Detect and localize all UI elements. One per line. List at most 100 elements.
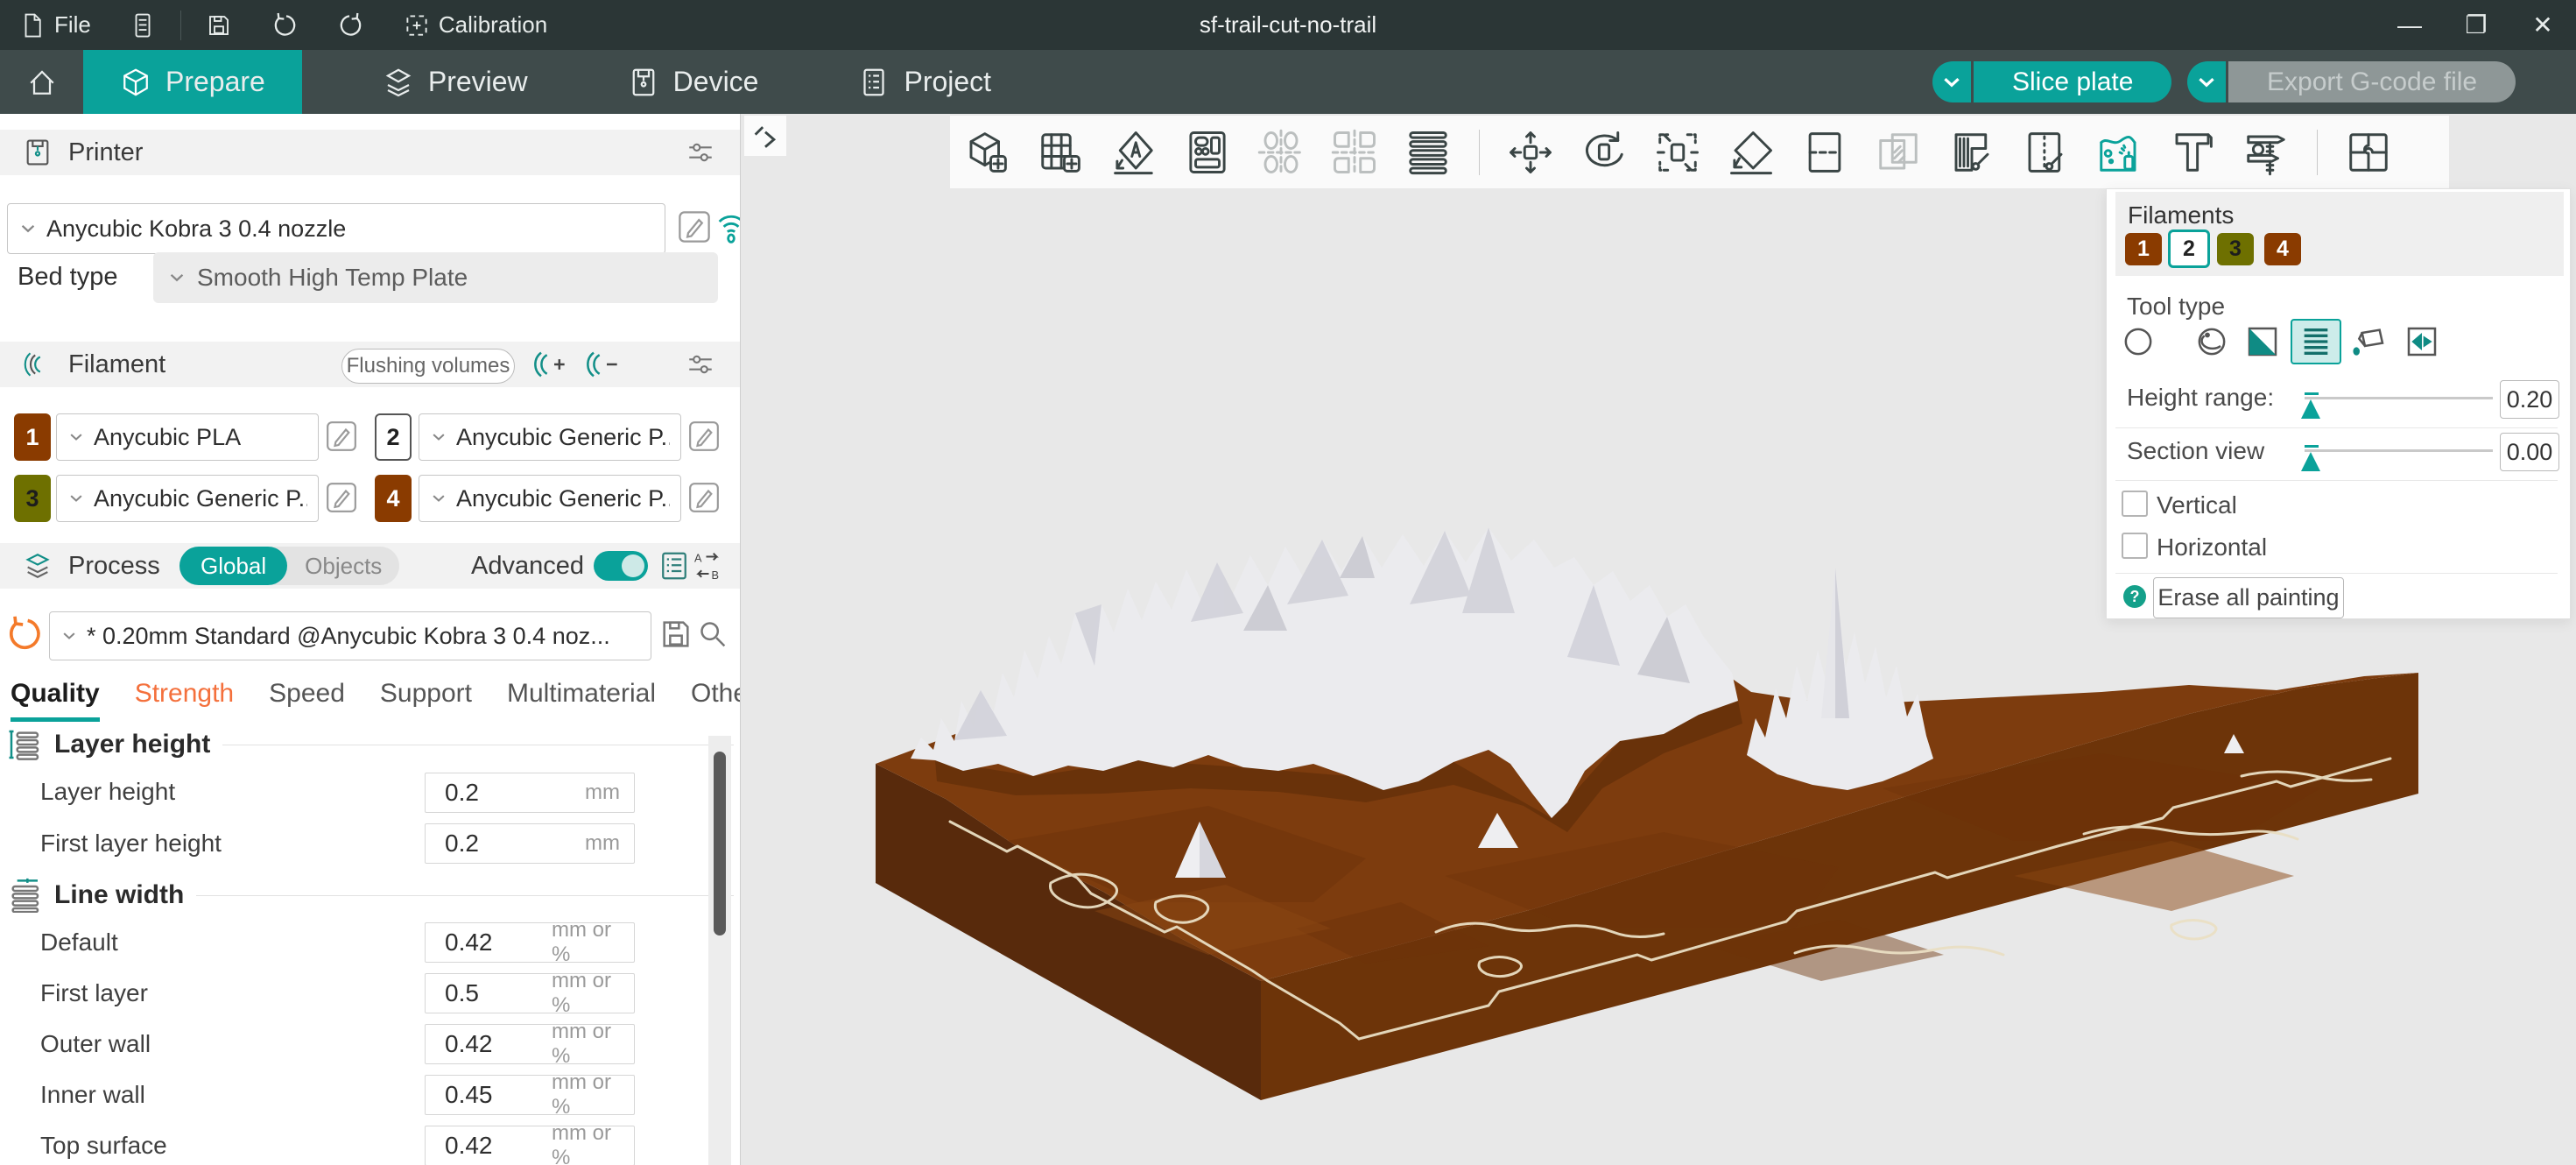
height-range-slider[interactable] [2305,397,2493,399]
value-input[interactable] [426,1029,552,1059]
collapse-sidebar-button[interactable] [744,116,786,156]
tool-sphere-brush[interactable] [2192,322,2231,361]
height-range-slider-thumb[interactable] [2301,399,2320,419]
tool-bucket-fill[interactable] [2350,322,2389,361]
paint-filament-3[interactable]: 3 [2217,233,2254,265]
add-plate-button[interactable] [1024,129,1097,176]
value-input[interactable] [426,978,552,1008]
edit-filament-2-button[interactable] [686,419,721,454]
split-to-objects-button[interactable] [1244,129,1318,176]
section-view-slider-thumb[interactable] [2301,452,2320,471]
parameter-list-icon[interactable] [658,550,690,582]
edit-printer-button[interactable] [676,208,713,245]
split-to-parts-button[interactable] [1318,129,1391,176]
tool-gap-fill[interactable] [2403,322,2441,361]
vertical-checkbox[interactable] [2122,491,2148,517]
slice-plate-dropdown[interactable] [1932,61,1971,102]
save-profile-button[interactable] [658,617,693,652]
bed-type-select[interactable]: Smooth High Temp Plate [153,252,718,303]
reset-profile-button[interactable] [5,615,44,653]
add-filament-button[interactable] [532,347,567,382]
measure-button[interactable] [2229,129,2303,176]
mesh-boolean-button[interactable] [1862,129,1935,176]
tab-speed[interactable]: Speed [269,679,345,722]
filament-settings-icon[interactable] [686,350,715,379]
flushing-volumes-button[interactable]: Flushing volumes [341,349,515,384]
filament-1-select[interactable]: Anycubic PLA [56,413,319,461]
sidebar-scrollbar-thumb[interactable] [714,752,726,936]
tab-strength[interactable]: Strength [135,679,234,722]
filament-2-swatch[interactable]: 2 [375,413,412,461]
maximize-button[interactable]: ❐ [2443,0,2509,50]
section-view-input[interactable] [2502,438,2558,467]
calibration-menu[interactable]: Calibration [384,0,567,50]
tab-project[interactable]: Project [821,50,1028,114]
tab-multimaterial[interactable]: Multimaterial [507,679,656,722]
color-painting-button[interactable] [2082,129,2156,176]
horizontal-checkbox[interactable] [2122,533,2148,559]
compare-ab-icon[interactable]: AB [692,550,723,582]
filament-3-swatch[interactable]: 3 [14,475,51,522]
printer-wifi-button[interactable] [714,207,741,245]
advanced-toggle[interactable] [594,551,648,581]
support-painting-button[interactable] [1935,129,2009,176]
paint-filament-2-selected[interactable]: 2 [2168,229,2210,268]
notes-menu[interactable] [110,0,175,50]
tab-quality[interactable]: Quality [11,679,100,722]
auto-orient-button[interactable] [1097,129,1171,176]
filament-4-select[interactable]: Anycubic Generic P... [419,475,681,522]
process-profile-select[interactable]: * 0.20mm Standard @Anycubic Kobra 3 0.4 … [49,611,651,660]
printer-select[interactable]: Anycubic Kobra 3 0.4 nozzle [7,203,665,254]
tab-device[interactable]: Device [591,50,796,114]
process-scope-global[interactable]: Global [179,547,287,585]
rotate-button[interactable] [1567,129,1641,176]
value-input[interactable] [426,829,552,858]
filament-3-select[interactable]: Anycubic Generic P... [56,475,319,522]
undo-button[interactable] [251,0,318,50]
tab-preview[interactable]: Preview [346,50,565,114]
export-gcode-dropdown[interactable] [2187,61,2226,102]
tool-height-range[interactable] [2291,319,2341,364]
close-button[interactable]: ✕ [2509,0,2576,50]
help-icon[interactable]: ? [2123,585,2146,608]
seam-painting-button[interactable] [2009,129,2082,176]
paint-filament-1[interactable]: 1 [2125,233,2162,265]
tool-fill-triangle[interactable] [2243,322,2282,361]
search-settings-button[interactable] [695,617,730,652]
edit-filament-1-button[interactable] [324,419,359,454]
move-button[interactable] [1494,129,1567,176]
tool-circle-brush[interactable] [2119,322,2157,361]
redo-button[interactable] [318,0,384,50]
cut-button[interactable] [1788,129,1862,176]
value-input[interactable] [426,778,552,808]
assembly-view-button[interactable] [2332,129,2405,176]
tab-others[interactable]: Others [691,679,741,722]
scale-button[interactable] [1641,129,1714,176]
value-input[interactable] [426,1080,552,1110]
height-range-input[interactable] [2502,385,2558,414]
slice-plate-button[interactable]: Slice plate [1974,61,2171,102]
export-gcode-button[interactable]: Export G-code file [2228,61,2516,102]
printer-settings-icon[interactable] [686,138,715,167]
section-view-slider[interactable] [2305,449,2493,452]
tab-support[interactable]: Support [380,679,472,722]
value-input[interactable] [426,1131,552,1161]
file-menu[interactable]: File [0,0,110,50]
minimize-button[interactable]: — [2376,0,2443,50]
edit-filament-3-button[interactable] [324,480,359,515]
home-button[interactable] [0,50,83,114]
paint-filament-4[interactable]: 4 [2264,233,2301,265]
text-tool-button[interactable] [2156,129,2229,176]
filament-1-swatch[interactable]: 1 [14,413,51,461]
edit-filament-4-button[interactable] [686,480,721,515]
arrange-button[interactable] [1171,129,1244,176]
value-input[interactable] [426,928,552,957]
tab-prepare[interactable]: Prepare [83,50,302,114]
save-button[interactable] [187,0,251,50]
filament-2-select[interactable]: Anycubic Generic P... [419,413,681,461]
add-object-button[interactable] [950,129,1024,176]
remove-filament-button[interactable] [585,347,620,382]
filament-4-swatch[interactable]: 4 [375,475,412,522]
lay-on-face-button[interactable] [1714,129,1788,176]
erase-all-painting-button[interactable]: Erase all painting [2153,577,2344,618]
